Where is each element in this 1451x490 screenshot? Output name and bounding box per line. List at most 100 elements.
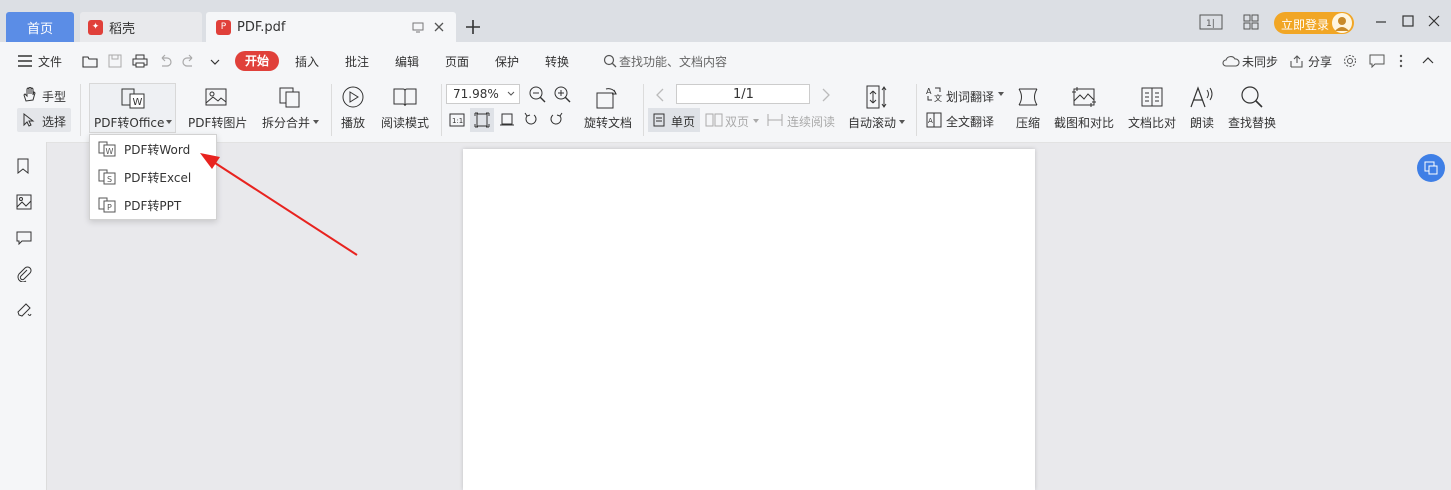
quick-access-dropdown-icon[interactable]: [210, 58, 220, 66]
page-number-input[interactable]: 1/1: [676, 84, 810, 104]
attachment-paperclip-icon[interactable]: [16, 266, 32, 282]
pdf-file-icon: P: [216, 19, 231, 35]
rotate-left-icon[interactable]: [523, 112, 539, 126]
cloud-sync-icon[interactable]: [1222, 54, 1240, 68]
menu-protect[interactable]: 保护: [495, 53, 519, 70]
read-mode-button[interactable]: 阅读模式: [381, 114, 429, 131]
single-page-label: 单页: [671, 115, 696, 129]
more-options-icon[interactable]: [1398, 54, 1404, 68]
double-page-button[interactable]: 双页: [725, 113, 749, 130]
menu-start[interactable]: 开始: [235, 51, 279, 71]
redo-icon[interactable]: [182, 54, 196, 68]
share-icon[interactable]: [1290, 54, 1304, 68]
chevron-down-icon: [166, 120, 172, 124]
new-tab-plus-icon[interactable]: [465, 19, 481, 35]
screenshot-compare-icon: [1072, 87, 1096, 107]
next-page-icon[interactable]: [821, 88, 831, 102]
single-page-button[interactable]: 单页: [648, 108, 700, 132]
share-button[interactable]: 分享: [1308, 53, 1332, 70]
tab-pdf-document[interactable]: P PDF.pdf: [206, 12, 456, 42]
pdf-to-ppt-icon: P: [98, 197, 116, 213]
login-button[interactable]: 立即登录: [1274, 12, 1354, 34]
compress-icon: [1018, 88, 1038, 106]
tab-daoke[interactable]: ✦ 稻壳: [80, 12, 202, 42]
pdf-to-image-icon: [205, 88, 227, 106]
word-translate-icon: A文: [926, 87, 942, 102]
thumbnail-image-icon[interactable]: [16, 194, 32, 210]
full-translate-icon: A: [926, 112, 942, 128]
double-page-icon[interactable]: [705, 113, 723, 127]
actual-size-icon[interactable]: 1:1: [449, 113, 465, 127]
svg-text:S: S: [107, 175, 112, 184]
menu-edit[interactable]: 编辑: [395, 53, 419, 70]
page-number-value: 1/1: [733, 87, 754, 102]
menu-convert[interactable]: 转换: [545, 53, 569, 70]
select-tool-button[interactable]: 选择: [17, 108, 71, 132]
continuous-read-button[interactable]: 连续阅读: [787, 113, 835, 130]
hamburger-menu-icon[interactable]: [18, 55, 32, 67]
compress-button[interactable]: 压缩: [1016, 114, 1040, 131]
zoom-out-icon[interactable]: [529, 86, 547, 104]
search-icon[interactable]: [603, 54, 617, 68]
pdf-to-office-button[interactable]: W PDF转Office: [89, 83, 176, 133]
zoom-in-icon[interactable]: [554, 86, 572, 104]
menu-item-label: PDF转Word: [124, 142, 191, 157]
signature-pen-icon[interactable]: [16, 302, 32, 318]
svg-text:W: W: [133, 97, 143, 108]
document-compare-button[interactable]: 文档比对: [1128, 114, 1176, 131]
find-replace-button[interactable]: 查找替换: [1228, 114, 1276, 131]
pdf-to-image-button[interactable]: PDF转图片: [188, 114, 247, 131]
menu-insert[interactable]: 插入: [295, 53, 319, 70]
minimize-icon[interactable]: [1375, 16, 1387, 28]
window-layout-icon[interactable]: 1|: [1199, 14, 1223, 30]
maximize-icon[interactable]: [1402, 15, 1414, 27]
sync-status[interactable]: 未同步: [1242, 53, 1278, 70]
rotate-right-icon[interactable]: [548, 112, 564, 126]
fit-width-icon[interactable]: [499, 113, 515, 127]
float-window-icon[interactable]: [412, 21, 424, 33]
pdf-to-word-icon: W: [98, 141, 116, 157]
bookmark-icon[interactable]: [17, 158, 29, 174]
continuous-read-icon[interactable]: [767, 113, 783, 127]
convert-document-icon: [1424, 161, 1438, 175]
full-translate-button[interactable]: 全文翻译: [946, 113, 994, 130]
read-aloud-icon: [1190, 86, 1213, 108]
collapse-ribbon-icon[interactable]: [1422, 56, 1434, 64]
menu-file[interactable]: 文件: [38, 53, 62, 70]
undo-icon[interactable]: [158, 54, 172, 68]
comment-icon[interactable]: [16, 231, 32, 245]
daoke-logo-icon: ✦: [88, 19, 103, 35]
split-merge-icon: [279, 87, 300, 108]
screenshot-compare-button[interactable]: 截图和对比: [1054, 114, 1114, 131]
play-button[interactable]: 播放: [341, 114, 365, 131]
save-icon[interactable]: [108, 54, 122, 68]
feedback-chat-icon[interactable]: [1369, 54, 1385, 68]
close-window-icon[interactable]: [1428, 15, 1440, 27]
open-folder-icon[interactable]: [82, 54, 98, 68]
auto-scroll-button[interactable]: 自动滚动: [848, 114, 896, 131]
find-replace-icon: [1241, 86, 1263, 108]
read-aloud-button[interactable]: 朗读: [1190, 114, 1214, 131]
zoom-level-select[interactable]: 71.98%: [446, 84, 520, 104]
document-compare-icon: [1141, 87, 1163, 107]
close-tab-icon[interactable]: [433, 21, 445, 33]
grid-apps-icon[interactable]: [1243, 14, 1259, 30]
feature-search-input[interactable]: 查找功能、文档内容: [619, 53, 727, 70]
word-translate-button[interactable]: 划词翻译: [946, 88, 994, 105]
split-merge-button[interactable]: 拆分合并: [262, 114, 310, 131]
tab-home[interactable]: 首页: [6, 12, 74, 42]
previous-page-icon[interactable]: [655, 88, 665, 102]
floating-tool-button[interactable]: [1417, 154, 1445, 182]
rotate-document-button[interactable]: 旋转文档: [584, 114, 632, 131]
chevron-down-icon: [899, 120, 905, 124]
svg-text:1:1: 1:1: [452, 117, 463, 125]
menu-annotate[interactable]: 批注: [345, 53, 369, 70]
pdf-to-excel-icon: S: [98, 169, 116, 185]
fit-page-button[interactable]: [470, 108, 494, 132]
zoom-level-value: 71.98%: [453, 87, 499, 101]
hand-tool-button[interactable]: 手型: [42, 88, 66, 105]
play-icon: [342, 86, 364, 108]
settings-gear-icon[interactable]: [1343, 54, 1357, 68]
print-icon[interactable]: [132, 54, 148, 68]
menu-page[interactable]: 页面: [445, 53, 469, 70]
